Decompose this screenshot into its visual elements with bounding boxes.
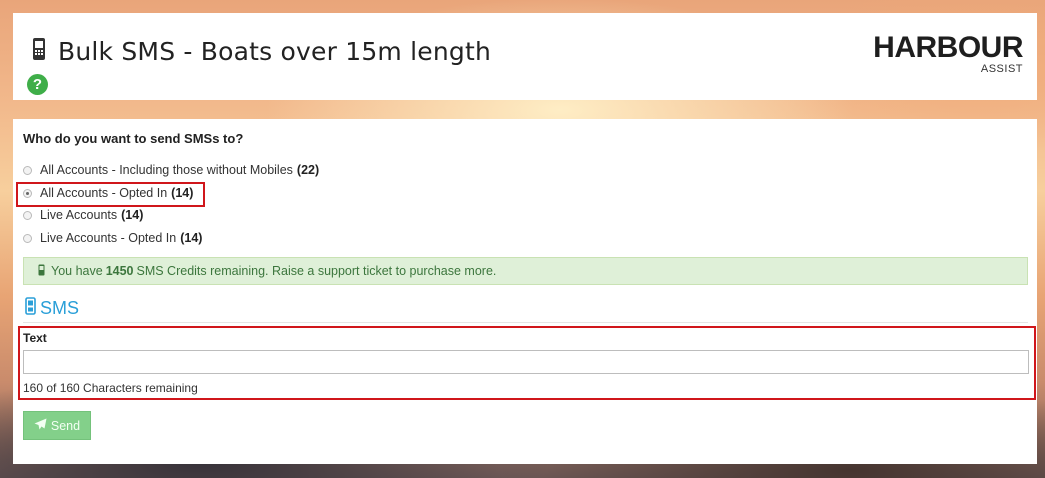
main-panel: Who do you want to send SMSs to? All Acc…: [13, 119, 1037, 464]
radio-button[interactable]: [23, 233, 32, 243]
radio-button[interactable]: [23, 210, 32, 220]
radio-option-live-accounts[interactable]: Live Accounts (14): [23, 208, 143, 222]
mobile-phone-icon: [32, 37, 46, 66]
page-title-text: Bulk SMS - Boats over 15m length: [58, 37, 492, 66]
radio-option-all-accounts-opted-in[interactable]: All Accounts - Opted In (14): [23, 186, 193, 200]
radio-count: (14): [121, 208, 144, 222]
header-panel: Bulk SMS - Boats over 15m length ? HARBO…: [13, 13, 1037, 100]
sms-text-input[interactable]: [23, 350, 1029, 374]
radio-label: All Accounts - Opted In: [40, 186, 168, 200]
recipient-question: Who do you want to send SMSs to?: [23, 131, 244, 146]
question-circle-icon[interactable]: ?: [27, 74, 48, 95]
radio-count: (14): [171, 186, 194, 200]
credits-alert: You have 1450 SMS Credits remaining. Rai…: [23, 257, 1028, 285]
section-divider: [23, 322, 1028, 323]
section-title: SMS: [40, 298, 80, 318]
credits-prefix: You have: [51, 264, 103, 278]
credits-amount: 1450: [105, 264, 134, 278]
radio-label: All Accounts - Including those without M…: [40, 163, 293, 177]
radio-count: (22): [296, 163, 320, 177]
chars-remaining: 160 of 160 Characters remaining: [23, 381, 198, 395]
text-label: Text: [23, 331, 47, 345]
radio-button-selected[interactable]: [23, 188, 32, 198]
mobile-phone-icon: [25, 297, 36, 320]
radio-label: Live Accounts: [40, 208, 118, 222]
radio-count: (14): [180, 231, 203, 245]
send-button[interactable]: Send: [23, 411, 91, 440]
page-title: Bulk SMS - Boats over 15m length: [32, 37, 491, 66]
mobile-phone-icon: [38, 264, 45, 279]
logo-text: HARBOUR: [873, 31, 1023, 64]
sms-section-heading: SMS: [25, 297, 79, 320]
credits-suffix: SMS Credits remaining. Raise a support t…: [136, 264, 497, 278]
radio-label: Live Accounts - Opted In: [40, 231, 177, 245]
send-label: Send: [50, 418, 81, 433]
logo-subtext: ASSIST: [980, 63, 1023, 75]
radio-option-live-accounts-opted-in[interactable]: Live Accounts - Opted In (14): [23, 231, 202, 245]
radio-button[interactable]: [23, 165, 32, 175]
paper-plane-icon: [34, 418, 51, 433]
harbour-assist-logo: HARBOUR ASSIST: [863, 31, 1023, 75]
radio-option-all-accounts-incl[interactable]: All Accounts - Including those without M…: [23, 163, 319, 177]
